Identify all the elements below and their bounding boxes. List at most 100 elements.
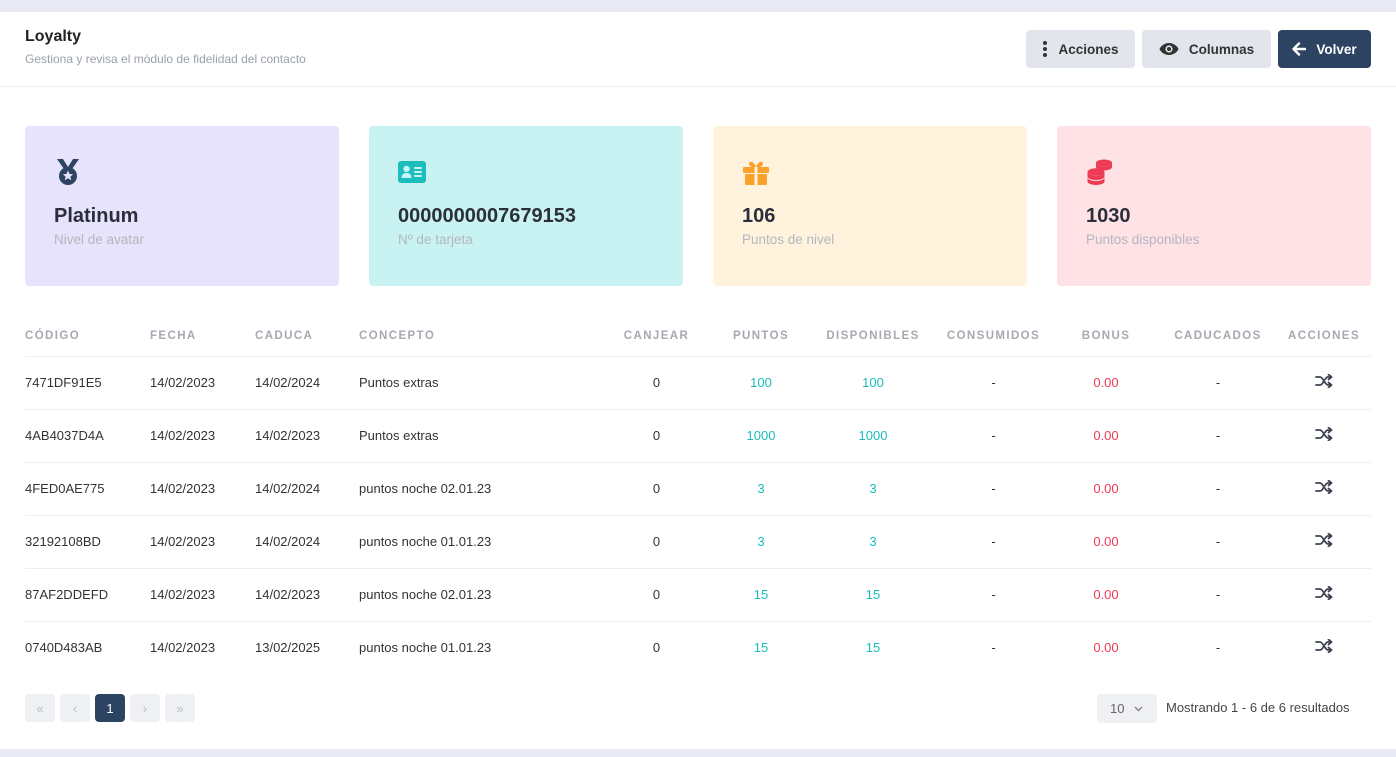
cell-fecha: 14/02/2023	[150, 515, 255, 569]
cell-caduca: 14/02/2024	[255, 356, 359, 410]
cell-concepto: puntos noche 02.01.23	[359, 568, 603, 622]
cell-codigo: 4AB4037D4A	[25, 409, 150, 463]
cell-disponibles: 100	[812, 356, 934, 410]
prev-page-button[interactable]: ‹	[60, 694, 90, 722]
page-subtitle: Gestiona y revisa el módulo de fidelidad…	[25, 52, 306, 66]
shuffle-icon[interactable]	[1315, 639, 1333, 654]
cell-bonus: 0.00	[1093, 640, 1119, 656]
cell-consumidos: -	[934, 568, 1053, 622]
column-header-puntos[interactable]: PUNTOS	[710, 316, 812, 357]
loyalty-table: CÓDIGO FECHA CADUCA CONCEPTO CANJEAR PUN…	[25, 316, 1371, 674]
page-size-value: 10	[1110, 701, 1125, 716]
column-header-canjear[interactable]: CANJEAR	[603, 316, 710, 357]
actions-button-label: Acciones	[1058, 41, 1119, 57]
cell-fecha: 14/02/2023	[150, 356, 255, 410]
arrow-left-icon	[1292, 42, 1307, 56]
chevron-down-icon	[1134, 706, 1143, 711]
column-header-fecha[interactable]: FECHA	[150, 316, 255, 357]
cell-bonus: 0.00	[1053, 356, 1159, 410]
card-number-label: Nº de tarjeta	[398, 232, 473, 247]
cell-fecha: 14/02/2023	[150, 568, 255, 622]
pagination: « ‹ 1 › »	[25, 694, 195, 722]
cell-acciones	[1277, 462, 1371, 516]
cell-caducados: -	[1159, 462, 1277, 516]
shuffle-icon[interactable]	[1315, 480, 1333, 494]
actions-button[interactable]: Acciones	[1026, 30, 1135, 68]
cell-codigo: 7471DF91E5	[25, 356, 150, 410]
column-header-codigo[interactable]: CÓDIGO	[25, 316, 150, 357]
columns-button[interactable]: Columnas	[1142, 30, 1271, 68]
table-header-row: CÓDIGO FECHA CADUCA CONCEPTO CANJEAR PUN…	[25, 316, 1371, 357]
cell-concepto: Puntos extras	[359, 356, 603, 410]
avatar-level-label: Nivel de avatar	[54, 232, 145, 247]
column-header-bonus[interactable]: BONUS	[1053, 316, 1159, 357]
column-header-disponibles[interactable]: DISPONIBLES	[812, 316, 934, 357]
table-row: 32192108BD 14/02/2023 14/02/2024 puntos noc…	[25, 515, 1371, 569]
cell-consumidos: -	[934, 515, 1053, 569]
cell-disponibles: 3	[812, 462, 934, 516]
table-row: 0740D483AB 14/02/2023 13/02/2025 puntos noc…	[25, 621, 1371, 674]
cell-codigo: 4FED0AE775	[25, 462, 150, 516]
cell-puntos: 15	[710, 568, 812, 622]
cell-bonus: 0.00	[1053, 568, 1159, 622]
cell-acciones	[1277, 568, 1371, 622]
cell-fecha: 14/02/2023	[150, 462, 255, 516]
medal-star-icon	[57, 159, 79, 185]
column-header-caducados[interactable]: CADUCADOS	[1159, 316, 1277, 357]
cell-codigo: 87AF2DDEFD	[25, 568, 150, 622]
cell-caducados: -	[1215, 640, 1221, 656]
next-page-button[interactable]: ›	[130, 694, 160, 722]
cell-caducados: -	[1159, 409, 1277, 463]
kebab-menu-icon	[1043, 41, 1048, 57]
cell-puntos: 3	[710, 515, 812, 569]
cell-canjear: 0	[603, 568, 710, 622]
cell-disponibles: 1000	[812, 409, 934, 463]
page-title: Loyalty	[25, 28, 82, 45]
column-header-caduca[interactable]: CADUCA	[255, 316, 359, 357]
eye-icon	[1159, 43, 1179, 55]
cell-bonus: 0.00	[1053, 409, 1159, 463]
cell-codigo: 32192108BD	[25, 515, 150, 569]
results-summary: Mostrando 1 - 6 de 6 resultados	[1166, 700, 1350, 715]
cell-canjear: 0	[603, 409, 710, 463]
available-points-label: Puntos disponibles	[1086, 232, 1200, 247]
cell-canjear: 0	[603, 356, 710, 410]
cell-fecha: 14/02/2023	[150, 640, 216, 656]
page-button-current[interactable]: 1	[95, 694, 125, 722]
cell-concepto: puntos noche 01.01.23	[359, 515, 603, 569]
available-points-value: 1030	[1086, 205, 1131, 227]
cell-caduca: 14/02/2023	[255, 568, 359, 622]
cell-disponibles: 15	[865, 640, 881, 656]
id-card-icon	[398, 161, 426, 183]
cell-fecha: 14/02/2023	[150, 409, 255, 463]
cell-caduca: 14/02/2024	[255, 515, 359, 569]
column-header-concepto[interactable]: CONCEPTO	[359, 316, 603, 357]
cell-consumidos: -	[991, 640, 996, 656]
back-button[interactable]: Volver	[1278, 30, 1371, 68]
shuffle-icon[interactable]	[1315, 374, 1333, 388]
cell-concepto: puntos noche 01.01.23	[359, 640, 492, 656]
cell-acciones	[1277, 621, 1371, 674]
avatar-level-card: Platinum Nivel de avatar	[25, 126, 339, 286]
cell-canjear: 0	[603, 515, 710, 569]
cell-caducados: -	[1159, 568, 1277, 622]
cell-acciones	[1277, 356, 1371, 410]
first-page-button[interactable]: «	[25, 694, 55, 722]
cell-caduca: 13/02/2025	[255, 640, 321, 656]
available-points-card: 1030 Puntos disponibles	[1057, 126, 1371, 286]
page-header: Loyalty Gestiona y revisa el módulo de f…	[0, 12, 1396, 87]
cell-concepto: Puntos extras	[359, 409, 603, 463]
table-row: 7471DF91E5 14/02/2023 14/02/2024 Puntos ext…	[25, 356, 1371, 410]
cell-codigo: 0740D483AB	[25, 640, 103, 656]
card-number-value: 0000000007679153	[398, 205, 576, 227]
column-header-consumidos[interactable]: CONSUMIDOS	[934, 316, 1053, 357]
page-size-select[interactable]: 10	[1097, 694, 1157, 723]
last-page-button[interactable]: »	[165, 694, 195, 722]
shuffle-icon[interactable]	[1315, 427, 1333, 441]
cell-consumidos: -	[934, 409, 1053, 463]
table-row: 87AF2DDEFD 14/02/2023 14/02/2023 puntos noc…	[25, 568, 1371, 622]
cell-acciones	[1277, 515, 1371, 569]
back-button-label: Volver	[1316, 41, 1357, 57]
shuffle-icon[interactable]	[1315, 533, 1333, 547]
shuffle-icon[interactable]	[1315, 586, 1333, 600]
